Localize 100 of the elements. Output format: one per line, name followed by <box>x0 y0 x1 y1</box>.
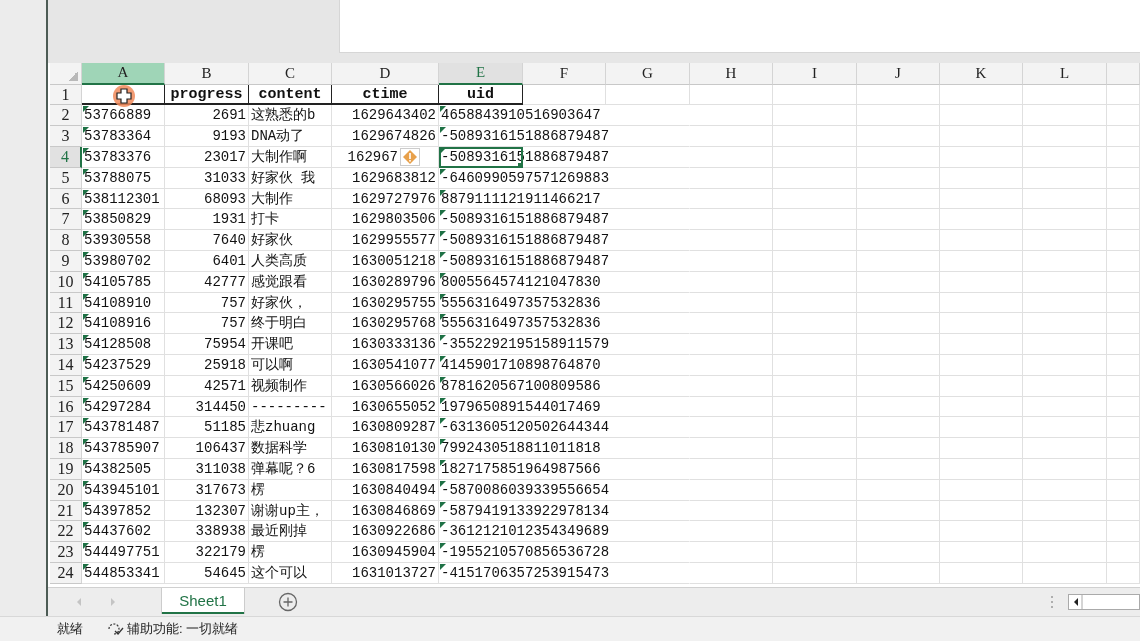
row-header[interactable]: 20 <box>50 479 82 501</box>
row-header[interactable]: 24 <box>50 563 82 584</box>
table-cell: -4151706357253915473 <box>439 563 690 584</box>
row-header[interactable]: 9 <box>50 251 82 272</box>
row-header[interactable]: 2 <box>50 105 82 127</box>
row-header[interactable]: 22 <box>50 521 82 543</box>
table-cell: 8879111121911466217 <box>439 188 690 210</box>
table-cell: 25918 <box>165 355 249 376</box>
row-header[interactable]: 6 <box>50 188 82 210</box>
column-header[interactable]: I <box>773 62 857 85</box>
table-cell: 1629683812 <box>332 167 439 189</box>
table-cell: -5879419133922978134 <box>439 500 690 522</box>
table-cell: 1630295768 <box>332 313 439 335</box>
table-cell: 1979650891544017469 <box>439 396 690 418</box>
table-cell: 这熟悉的b <box>249 105 332 127</box>
table-cell: 最近刚掉 <box>249 521 332 543</box>
table-cell: 楞 <box>249 542 332 563</box>
table-cell: 弹幕呢？6 <box>249 459 332 480</box>
table-cell: 2691 <box>165 105 249 127</box>
table-cell: 1630810130 <box>332 438 439 460</box>
table-cell: 1630333136 <box>332 334 439 356</box>
row-header[interactable]: 4 <box>50 147 82 168</box>
column-header[interactable]: H <box>690 62 773 85</box>
column-header[interactable]: E <box>439 62 523 85</box>
table-cell: progress <box>165 84 249 106</box>
table-cell: 317673 <box>165 479 249 501</box>
table-cell: 打卡 <box>249 209 332 231</box>
table-cell: 7640 <box>165 230 249 252</box>
table-cell: -3552292195158911579 <box>439 334 690 356</box>
table-cell: -3612121012354349689 <box>439 521 690 543</box>
row-header[interactable]: 15 <box>50 375 82 397</box>
table-cell: -1955210570856536728 <box>439 542 690 563</box>
table-cell: 1630846869 <box>332 500 439 522</box>
table-cell: 1827175851964987566 <box>439 459 690 480</box>
table-cell: 这个可以 <box>249 563 332 584</box>
accessibility-status[interactable]: 辅助功能: 一切就绪 <box>127 620 239 638</box>
column-header[interactable]: A <box>82 62 165 85</box>
table-cell: 1629643402 <box>332 105 439 127</box>
table-cell: DNA动了 <box>249 126 332 148</box>
row-header[interactable]: 18 <box>50 438 82 460</box>
table-cell: uid <box>439 84 523 106</box>
table-cell: -5089316151886879487 <box>439 251 690 272</box>
row-header[interactable]: 13 <box>50 334 82 356</box>
table-cell: -6460990597571269883 <box>439 167 690 189</box>
table-cell: 6401 <box>165 251 249 272</box>
column-header[interactable]: F <box>523 62 606 85</box>
table-cell: -5089316151886879487 <box>439 230 690 252</box>
table-cell: 1630051218 <box>332 251 439 272</box>
column-header[interactable]: K <box>940 62 1023 85</box>
table-cell: 106437 <box>165 438 249 460</box>
table-cell: 开课吧 <box>249 334 332 356</box>
table-cell: 322179 <box>165 542 249 563</box>
table-cell: 1630295755 <box>332 292 439 314</box>
row-header[interactable]: 23 <box>50 542 82 563</box>
row-header[interactable]: 12 <box>50 313 82 335</box>
table-cell: 大制作啊 <box>249 147 332 168</box>
column-header[interactable]: L <box>1023 62 1107 85</box>
row-header[interactable]: 19 <box>50 459 82 480</box>
row-header[interactable]: 8 <box>50 230 82 252</box>
table-cell: 1630809287 <box>332 417 439 439</box>
row-header[interactable]: 17 <box>50 417 82 439</box>
row-header[interactable]: 10 <box>50 271 82 293</box>
table-cell: 132307 <box>165 500 249 522</box>
table-cell: 好家伙 <box>249 230 332 252</box>
table-cell: 人类高质 <box>249 251 332 272</box>
table-cell: 31033 <box>165 167 249 189</box>
row-header[interactable]: 5 <box>50 167 82 189</box>
column-header[interactable]: J <box>857 62 940 85</box>
table-cell: 5556316497357532836 <box>439 292 690 314</box>
table-cell: 338938 <box>165 521 249 543</box>
row-header[interactable]: 11 <box>50 292 82 314</box>
table-cell: 314450 <box>165 396 249 418</box>
table-cell: 大制作 <box>249 188 332 210</box>
row-header[interactable]: 3 <box>50 126 82 148</box>
row-header[interactable]: 1 <box>50 84 82 106</box>
table-cell: 悲zhuang <box>249 417 332 439</box>
table-cell: 1931 <box>165 209 249 231</box>
table-cell: -5870086039339556654 <box>439 479 690 501</box>
sheet-tab[interactable]: Sheet1 <box>162 588 244 615</box>
table-cell: 311038 <box>165 459 249 480</box>
table-cell: -5089316151886879487 <box>439 126 690 148</box>
column-header[interactable]: G <box>606 62 690 85</box>
table-cell: 1630289796 <box>332 271 439 293</box>
column-header[interactable]: D <box>332 62 439 85</box>
row-header[interactable]: 16 <box>50 396 82 418</box>
table-cell: 谢谢up主， <box>249 500 332 522</box>
table-cell: 终于明白 <box>249 313 332 335</box>
column-header[interactable]: B <box>165 62 249 85</box>
table-cell: --------- <box>249 396 332 418</box>
table-cell: 1629674826 <box>332 126 439 148</box>
row-header[interactable]: 14 <box>50 355 82 376</box>
column-header[interactable]: C <box>249 62 332 85</box>
table-cell: 75954 <box>165 334 249 356</box>
table-cell: 1630655052 <box>332 396 439 418</box>
row-header[interactable]: 21 <box>50 500 82 522</box>
table-cell: 4658843910516903647 <box>439 105 690 127</box>
status-text: 就绪 <box>57 620 83 638</box>
table-cell: 23017 <box>165 147 249 168</box>
table-cell: 1630945904 <box>332 542 439 563</box>
row-header[interactable]: 7 <box>50 209 82 231</box>
